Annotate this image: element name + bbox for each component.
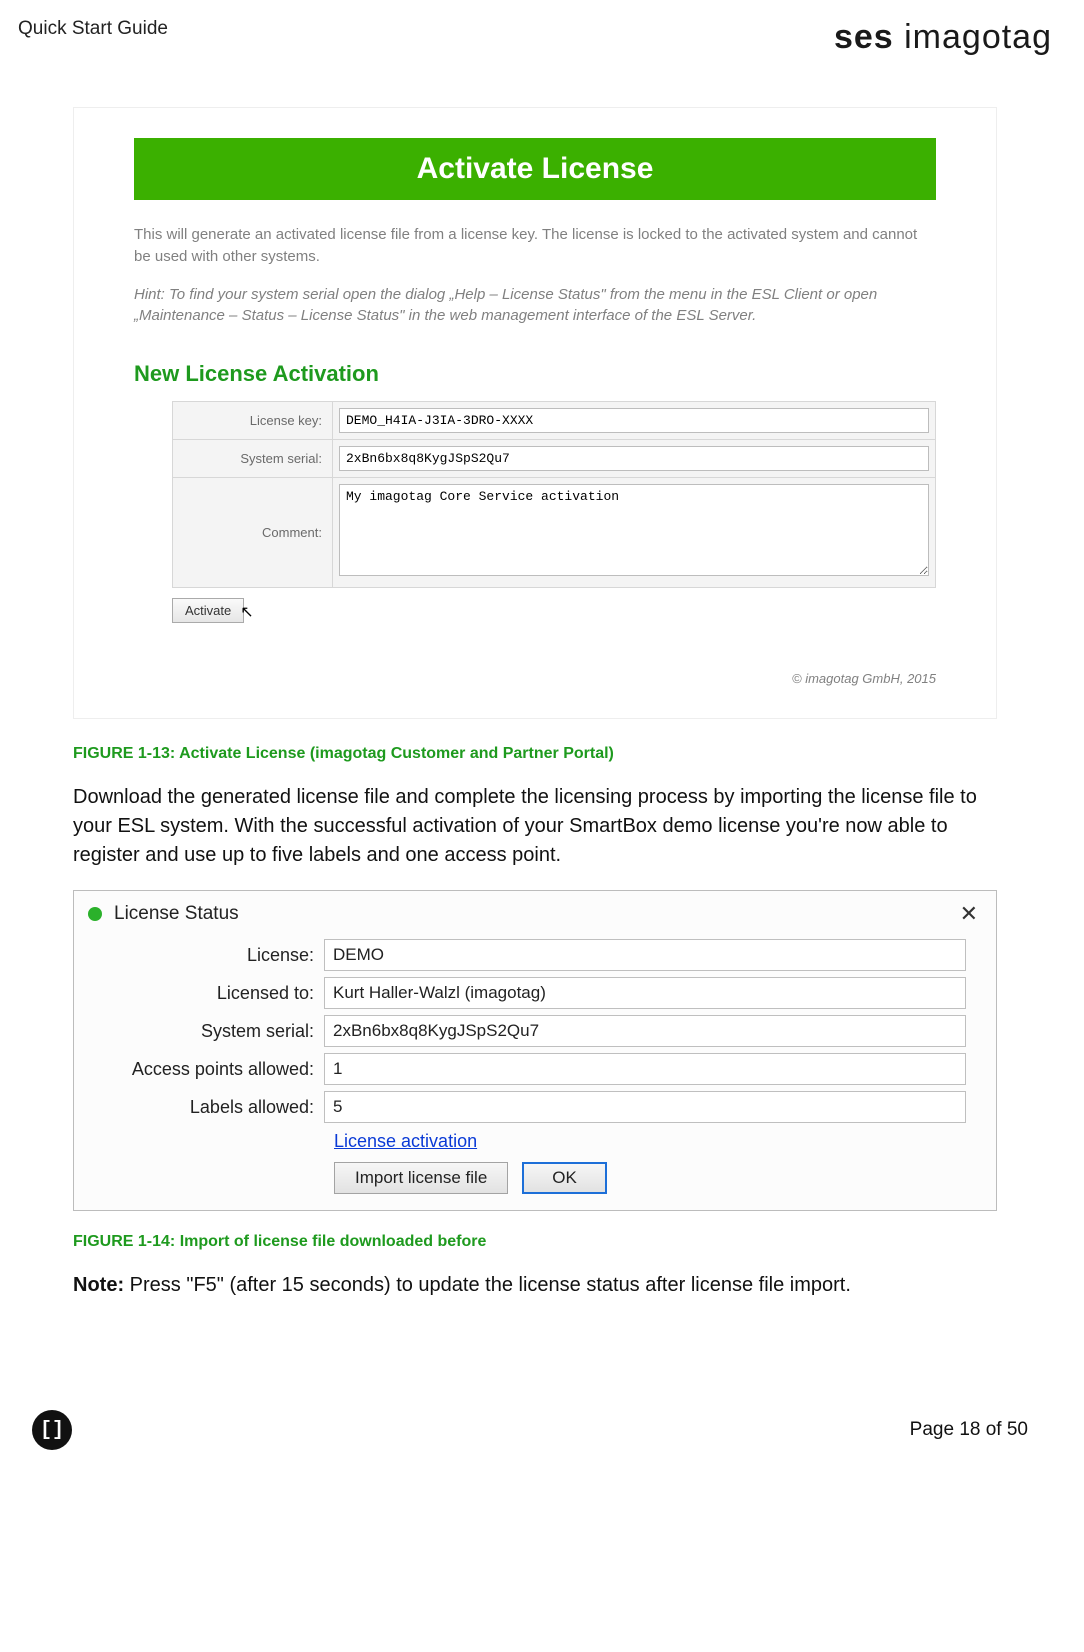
close-icon[interactable]: ✕ bbox=[956, 901, 982, 927]
licensed-to-value[interactable] bbox=[324, 977, 966, 1009]
licensed-to-label: Licensed to: bbox=[94, 983, 324, 1004]
import-license-file-button[interactable]: Import license file bbox=[334, 1162, 508, 1194]
footer-brackets-icon: [] bbox=[32, 1410, 72, 1450]
logo-bold: ses bbox=[834, 18, 894, 56]
labels-allowed-label: Labels allowed: bbox=[94, 1097, 324, 1118]
activate-button[interactable]: Activate bbox=[172, 598, 244, 623]
new-license-activation-heading: New License Activation bbox=[134, 361, 936, 387]
ok-button[interactable]: OK bbox=[522, 1162, 607, 1194]
page-number: Page 18 of 50 bbox=[910, 1419, 1028, 1441]
dlg-system-serial-label: System serial: bbox=[94, 1021, 324, 1042]
labels-allowed-value[interactable] bbox=[324, 1091, 966, 1123]
figure-1-13-caption: FIGURE 1-13: Activate License (imagotag … bbox=[73, 745, 997, 763]
portal-hint: Hint: To find your system serial open th… bbox=[134, 284, 936, 328]
portal-copyright: © imagotag GmbH, 2015 bbox=[104, 671, 936, 686]
ap-allowed-label: Access points allowed: bbox=[94, 1059, 324, 1080]
license-activation-link[interactable]: License activation bbox=[334, 1131, 477, 1152]
license-key-label: License key: bbox=[173, 402, 333, 439]
logo-light: imagotag bbox=[904, 18, 1052, 56]
comment-textarea[interactable] bbox=[339, 484, 929, 576]
brand-logo: ses imagotag bbox=[834, 18, 1052, 57]
doc-title: Quick Start Guide bbox=[18, 18, 168, 40]
figure-1-14-caption: FIGURE 1-14: Import of license file down… bbox=[73, 1233, 997, 1251]
ap-allowed-value[interactable] bbox=[324, 1053, 966, 1085]
dlg-system-serial-value[interactable] bbox=[324, 1015, 966, 1047]
status-dot-icon bbox=[88, 907, 102, 921]
activate-license-banner: Activate License bbox=[134, 138, 936, 200]
license-value[interactable] bbox=[324, 939, 966, 971]
portal-screenshot: Activate License This will generate an a… bbox=[73, 107, 997, 719]
system-serial-label: System serial: bbox=[173, 440, 333, 477]
comment-label: Comment: bbox=[173, 478, 333, 587]
dialog-title: License Status bbox=[114, 903, 956, 925]
note-paragraph: Note: Press "F5" (after 15 seconds) to u… bbox=[73, 1271, 997, 1300]
paragraph-download: Download the generated license file and … bbox=[73, 783, 997, 870]
portal-description: This will generate an activated license … bbox=[134, 224, 936, 268]
note-text: Press "F5" (after 15 seconds) to update … bbox=[124, 1274, 851, 1296]
cursor-icon: ↖ bbox=[240, 608, 253, 618]
note-label: Note: bbox=[73, 1274, 124, 1296]
system-serial-input[interactable] bbox=[339, 446, 929, 471]
license-label: License: bbox=[94, 945, 324, 966]
activation-form: License key: System serial: Comment: bbox=[172, 401, 936, 588]
license-key-input[interactable] bbox=[339, 408, 929, 433]
license-status-dialog: License Status ✕ License: Licensed to: S… bbox=[73, 890, 997, 1211]
